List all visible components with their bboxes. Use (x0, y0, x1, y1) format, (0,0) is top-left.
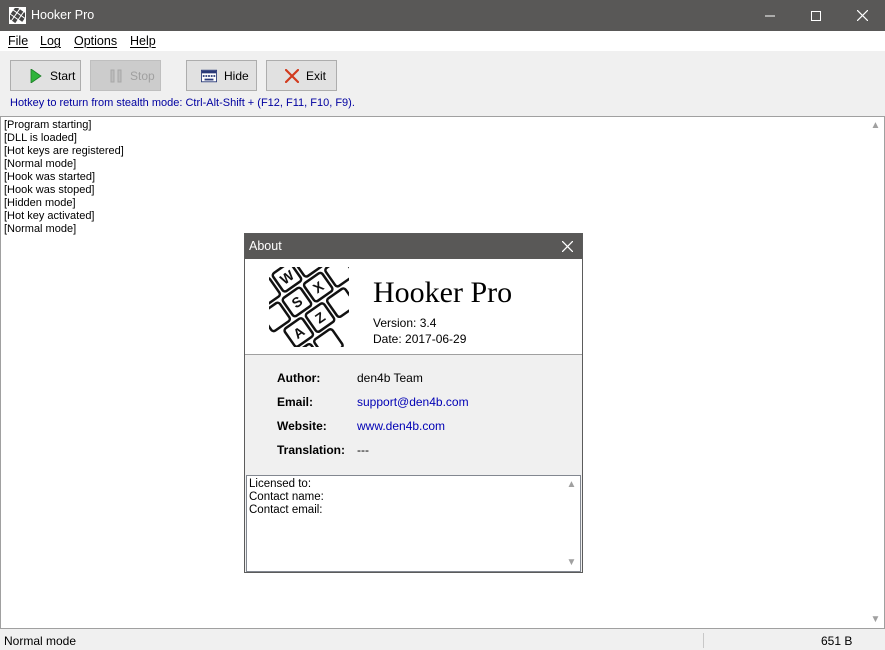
status-size: 651 B (821, 634, 853, 648)
maximize-button[interactable] (793, 0, 839, 31)
about-dialog: About W S X A Z Hooker Pro Version: 3.4 … (244, 233, 583, 573)
hide-button[interactable]: Hide (186, 60, 257, 91)
exit-label: Exit (306, 68, 327, 83)
pause-icon (108, 68, 124, 84)
app-keyboard-icon[interactable] (9, 7, 26, 24)
keyboard-icon (201, 68, 217, 84)
stop-button[interactable]: Stop (90, 60, 161, 91)
title-bar: Hooker Pro (0, 0, 885, 31)
status-mode: Normal mode (4, 634, 77, 648)
website-link[interactable]: www.den4b.com (357, 419, 445, 433)
license-textbox[interactable]: Licensed to: Contact name: Contact email… (246, 475, 581, 572)
about-title: About (249, 239, 282, 253)
email-label: Email: (277, 395, 314, 409)
date-text: Date: 2017-06-29 (373, 332, 467, 346)
window-title: Hooker Pro (31, 8, 95, 22)
license-line: Contact name: (249, 491, 324, 503)
menu-log[interactable]: Log (40, 34, 61, 48)
play-icon (28, 68, 44, 84)
log-lines: [Program starting] [DLL is loaded] [Hot … (4, 119, 124, 236)
log-scrollbar[interactable]: ▲ ▼ (867, 117, 884, 628)
start-label: Start (50, 68, 76, 83)
hotkey-hint: Hotkey to return from stealth mode: Ctrl… (10, 97, 355, 109)
menu-help[interactable]: Help (130, 34, 156, 48)
scroll-down-icon[interactable]: ▼ (563, 554, 580, 571)
translation-value: --- (357, 443, 369, 457)
about-header: W S X A Z Hooker Pro Version: 3.4 Date: … (245, 246, 582, 374)
keyboard-logo-icon: W S X A Z (250, 246, 357, 374)
license-line: Licensed to: (249, 478, 312, 490)
scroll-down-icon[interactable]: ▼ (867, 611, 884, 628)
version-text: Version: 3.4 (373, 316, 437, 330)
log-line: [Hook was stoped] (4, 184, 95, 196)
menu-file[interactable]: File (8, 34, 28, 48)
hide-label: Hide (224, 68, 249, 83)
scroll-up-icon[interactable]: ▲ (563, 476, 580, 493)
author-label: Author: (277, 371, 321, 385)
license-scrollbar[interactable]: ▲ ▼ (563, 476, 580, 571)
menu-options[interactable]: Options (74, 34, 117, 48)
license-line: Contact email: (249, 504, 323, 516)
author-value: den4b Team (357, 371, 423, 385)
close-button[interactable] (839, 0, 885, 31)
email-link[interactable]: support@den4b.com (357, 395, 469, 409)
log-line: [Hot key activated] (4, 210, 95, 222)
scroll-up-icon[interactable]: ▲ (867, 117, 884, 134)
about-title-bar: About (245, 234, 582, 259)
log-line: [Normal mode] (4, 223, 77, 235)
about-close-button[interactable] (552, 234, 582, 259)
product-name: Hooker Pro (373, 276, 513, 309)
exit-button[interactable]: Exit (266, 60, 337, 91)
log-line: [Normal mode] (4, 158, 77, 170)
log-line: [DLL is loaded] (4, 132, 77, 144)
status-divider (703, 633, 704, 648)
log-line: [Hook was started] (4, 171, 96, 183)
log-line: [Hidden mode] (4, 197, 76, 209)
translation-label: Translation: (277, 443, 346, 457)
start-button[interactable]: Start (10, 60, 81, 91)
log-line: [Hot keys are registered] (4, 145, 124, 157)
stop-label: Stop (130, 68, 155, 83)
website-label: Website: (277, 419, 327, 433)
x-icon (284, 68, 300, 84)
license-lines: Licensed to: Contact name: Contact email… (249, 478, 324, 517)
minimize-button[interactable] (747, 0, 793, 31)
menu-bar: File Log Options Help (0, 31, 885, 51)
status-bar: Normal mode 651 B (0, 631, 885, 650)
log-line: [Program starting] (4, 119, 92, 131)
